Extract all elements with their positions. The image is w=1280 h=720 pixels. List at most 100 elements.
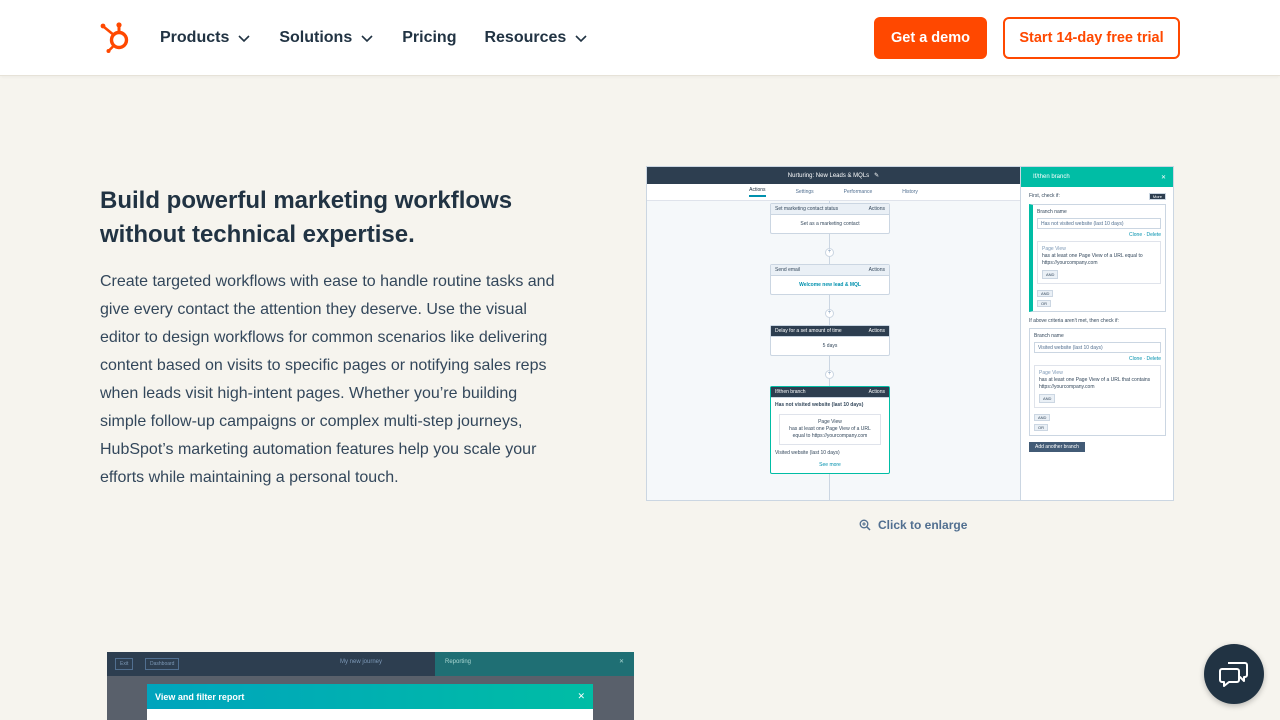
filter-text: has at least one Page View of a URL that… [1039, 377, 1151, 390]
branch-panel: If/then branch ✕ First, check if: More B… [1020, 167, 1173, 500]
start-trial-button[interactable]: Start 14-day free trial [1003, 17, 1180, 59]
and-tag: AND [1037, 290, 1054, 297]
workflow-tabs: Actions Settings Performance History [647, 184, 1020, 201]
clone-delete-links: Clone · Delete [1129, 356, 1161, 362]
nav-pricing-label: Pricing [402, 29, 457, 46]
card-header: Delay for a set amount of time Actions [771, 326, 889, 337]
filter-group: Page View has at least one Page View of … [1037, 241, 1161, 284]
card-header: Set marketing contact status Actions [771, 204, 889, 215]
nav-solutions[interactable]: Solutions [279, 29, 374, 47]
and-tag: AND [1034, 414, 1051, 421]
card-title: Delay for a set amount of time [775, 328, 842, 334]
filter-title: Page View [1039, 370, 1063, 376]
panel-body: First, check if: More Branch name Has no… [1021, 187, 1173, 458]
workflow-card: If/then branch Actions Has not visited we… [770, 386, 890, 474]
workflow-canvas: Set marketing contact status Actions Set … [647, 201, 1020, 500]
modal-header: View and filter report ✕ [147, 684, 593, 709]
close-icon: ✕ [577, 691, 585, 701]
reporting-screenshot[interactable]: Exit Dashboard My new journey Reporting … [107, 652, 634, 720]
tab-performance: Performance [843, 189, 873, 195]
and-tag: AND [1039, 394, 1056, 403]
branch-box: Branch name Has not visited website (las… [1029, 204, 1166, 312]
branch-name-input: Has not visited website (last 10 days) [1037, 218, 1161, 229]
nav-products[interactable]: Products [160, 29, 251, 47]
workflow-card: Set marketing contact status Actions Set … [770, 203, 890, 234]
journey-bar: Exit Dashboard My new journey [107, 652, 435, 676]
reporting-panel-header: Reporting ✕ [435, 652, 634, 676]
filter-text: has at least one Page View of a URL equa… [789, 426, 871, 439]
card-title: If/then branch [775, 389, 806, 395]
tab-settings: Settings [795, 189, 814, 195]
clone-delete-links: Clone · Delete [1129, 232, 1161, 238]
exit-chip: Exit [115, 658, 134, 670]
branch-filter: Page View has at least one Page View of … [779, 414, 881, 445]
nav-solutions-label: Solutions [279, 29, 353, 46]
second-check-label: If above criteria aren't met, then check… [1029, 318, 1119, 324]
chat-bubbles-icon [1219, 662, 1248, 687]
nav-resources-label: Resources [484, 29, 567, 46]
filter-group: Page View has at least one Page View of … [1034, 365, 1161, 408]
workflow-card: Delay for a set amount of time Actions 5 … [770, 325, 890, 356]
card-actions: Actions [868, 328, 885, 334]
dashboard-chip: Dashboard [145, 658, 180, 670]
add-branch-button: Add another branch [1029, 442, 1085, 452]
close-icon: ✕ [618, 659, 624, 665]
workflow-title-bar: Nurturing: New Leads & MQLs ✎ [647, 167, 1020, 184]
pencil-icon: ✎ [874, 173, 880, 179]
branch-name: Has not visited website (last 10 days) [775, 402, 864, 408]
branch-other: Visited website (last 10 days) [775, 450, 840, 456]
chevron-down-icon [361, 35, 373, 43]
close-icon: ✕ [1160, 174, 1166, 181]
chat-launcher-button[interactable] [1204, 644, 1264, 704]
reporting-label: Reporting [445, 659, 472, 665]
hubspot-sprocket-icon[interactable] [100, 21, 130, 53]
workflow-card: Send email Actions Welcome new lead & MQL [770, 264, 890, 295]
card-header: Send email Actions [771, 265, 889, 276]
panel-header: If/then branch ✕ [1021, 167, 1173, 187]
add-step-icon: + [825, 370, 834, 379]
card-actions: Actions [868, 206, 885, 212]
add-step-icon: + [825, 248, 834, 257]
branch-name-label: Branch name [1034, 333, 1064, 339]
tab-actions: Actions [749, 187, 766, 197]
card-header: If/then branch Actions [771, 387, 889, 398]
card-actions: Actions [868, 267, 885, 273]
tab-history: History [902, 189, 918, 195]
add-step-icon: + [825, 309, 834, 318]
nav-products-label: Products [160, 29, 230, 46]
filter-title: Page View [818, 419, 842, 425]
nav-resources[interactable]: Resources [484, 29, 588, 47]
report-modal: View and filter report ✕ [147, 684, 593, 720]
card-body: 5 days [822, 343, 838, 349]
main-nav: Products Solutions Pricing Resources [160, 0, 616, 76]
card-body: Welcome new lead & MQL [799, 282, 861, 288]
section-paragraph: Create targeted workflows with ease to h… [100, 273, 555, 486]
branch-name-input: Visited website (last 10 days) [1034, 342, 1161, 353]
enlarge-label: Click to enlarge [878, 518, 968, 532]
card-body: Set as a marketing contact [800, 221, 860, 227]
nav-pricing[interactable]: Pricing [402, 29, 456, 47]
filter-text: has at least one Page View of a URL equa… [1042, 253, 1143, 266]
or-tag: OR [1037, 300, 1051, 307]
see-more-link: See more [819, 462, 841, 468]
branch-name-label: Branch name [1037, 209, 1067, 215]
more-button: More [1148, 193, 1166, 200]
workflow-screenshot[interactable]: Nurturing: New Leads & MQLs ✎ Actions Se… [646, 166, 1174, 501]
chevron-down-icon [238, 35, 250, 43]
branch-box: Branch name Visited website (last 10 day… [1029, 328, 1166, 436]
modal-title: View and filter report [155, 691, 245, 702]
card-title: Send email [775, 267, 801, 273]
site-header: Products Solutions Pricing Resources Get… [0, 0, 1280, 76]
click-to-enlarge[interactable]: Click to enlarge [859, 518, 967, 532]
chevron-down-icon [575, 35, 587, 43]
journey-title: My new journey [340, 659, 383, 665]
and-tag: AND [1042, 270, 1059, 279]
card-actions: Actions [868, 389, 885, 395]
card-title: Set marketing contact status [775, 206, 839, 212]
zoom-in-icon [859, 519, 871, 531]
get-demo-button[interactable]: Get a demo [874, 17, 987, 59]
first-check-label: First, check if: [1029, 193, 1060, 199]
section-heading: Build powerful marketing workflows witho… [100, 187, 513, 248]
workflow-title: Nurturing: New Leads & MQLs [787, 172, 870, 179]
panel-title: If/then branch [1033, 174, 1070, 180]
